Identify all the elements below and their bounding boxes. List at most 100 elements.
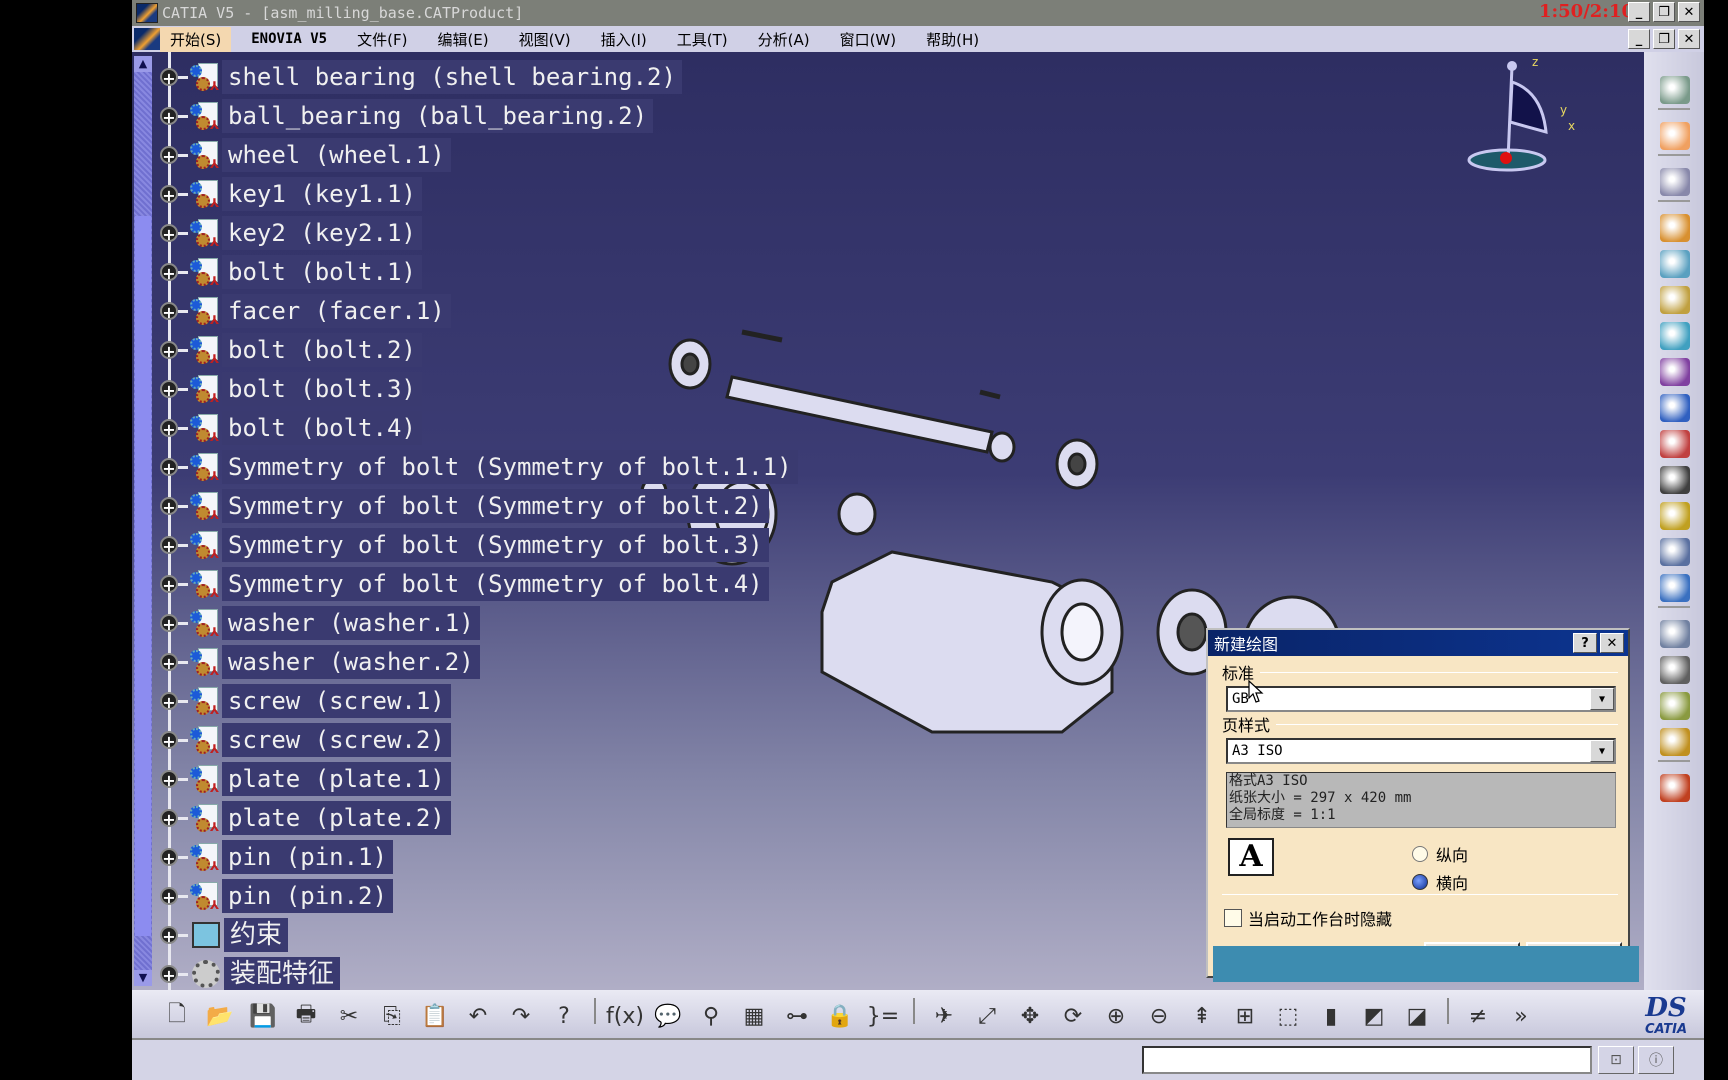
expand-icon[interactable]: +: [160, 419, 178, 439]
tree-node[interactable]: + ⅄ facer (facer.1): [154, 292, 451, 330]
hide-show-icon[interactable]: ◩: [1359, 1002, 1389, 1030]
zoom-in-icon[interactable]: ⊕: [1101, 1002, 1131, 1030]
portrait-radio[interactable]: [1412, 846, 1428, 862]
dialog-close-button[interactable]: ✕: [1600, 633, 1624, 653]
expand-icon[interactable]: +: [160, 302, 178, 322]
tree-node[interactable]: + 约束: [154, 916, 289, 954]
tree-node[interactable]: + ⅄ shell bearing (shell bearing.2): [154, 58, 682, 96]
existing-component-positioning-icon[interactable]: [1660, 358, 1690, 386]
more-icon[interactable]: »: [1506, 1002, 1536, 1030]
expand-icon[interactable]: +: [160, 185, 178, 205]
scroll-up-arrow[interactable]: ▲: [134, 56, 152, 72]
power-input-field[interactable]: [1142, 1046, 1592, 1074]
expand-icon[interactable]: +: [160, 536, 178, 556]
doc-restore-button[interactable]: ❐: [1653, 29, 1675, 49]
expand-icon[interactable]: +: [160, 770, 178, 790]
tree-node-label[interactable]: bolt (bolt.4): [222, 411, 422, 445]
tree-node-label[interactable]: pin (pin.2): [222, 879, 393, 913]
tree-node-label[interactable]: 约束: [224, 918, 289, 952]
dialog-title-bar[interactable]: 新建绘图: [1208, 630, 1628, 656]
app-close-button[interactable]: ✕: [1678, 2, 1700, 22]
paste-icon[interactable]: 📋: [420, 1002, 450, 1030]
tree-node-label[interactable]: 装配特征: [224, 957, 341, 990]
tree-node-label[interactable]: Symmetry of bolt (Symmetry of bolt.3): [222, 528, 769, 562]
snap-icon[interactable]: [1660, 656, 1690, 684]
shading-icon[interactable]: ▮: [1316, 1002, 1346, 1030]
tree-node[interactable]: + ⅄ pin (pin.1): [154, 838, 393, 876]
redo-icon[interactable]: ↷: [506, 1002, 536, 1030]
tree-node-label[interactable]: ball_bearing (ball_bearing.2): [222, 99, 654, 133]
table-icon[interactable]: ▦: [739, 1002, 769, 1030]
doc-close-button[interactable]: ✕: [1678, 29, 1700, 49]
hide-on-start-option[interactable]: 当启动工作台时隐藏: [1224, 906, 1392, 930]
multi-instantiation-icon[interactable]: [1660, 574, 1690, 602]
new-part-icon[interactable]: [1660, 286, 1690, 314]
manipulation-icon[interactable]: [1660, 620, 1690, 648]
tree-node-label[interactable]: bolt (bolt.1): [222, 255, 422, 289]
menu-tools[interactable]: 工具(T): [667, 27, 738, 52]
whats-this-icon[interactable]: ?: [549, 1002, 579, 1030]
tree-node-label[interactable]: key1 (key1.1): [222, 177, 422, 211]
portrait-option[interactable]: 纵向: [1412, 842, 1468, 866]
tree-node[interactable]: + 装配特征: [154, 955, 341, 990]
tree-node[interactable]: + ⅄ key2 (key2.1): [154, 214, 422, 252]
tree-node[interactable]: + ⅄ Symmetry of bolt (Symmetry of bolt.1.1…: [154, 448, 798, 486]
tree-node-label[interactable]: Symmetry of bolt (Symmetry of bolt.4): [222, 567, 769, 601]
chevron-down-icon[interactable]: ▼: [1590, 688, 1614, 710]
expand-icon[interactable]: +: [160, 887, 178, 907]
tree-node[interactable]: + ⅄ bolt (bolt.4): [154, 409, 422, 447]
status-window-button[interactable]: ⊡: [1598, 1046, 1634, 1074]
tree-node[interactable]: + ⅄ bolt (bolt.3): [154, 370, 422, 408]
compass-widget[interactable]: z y x: [1462, 52, 1612, 192]
tree-node-label[interactable]: washer (washer.1): [222, 606, 480, 640]
tree-node[interactable]: + ⅄ key1 (key1.1): [154, 175, 422, 213]
swap-visible-icon[interactable]: ◪: [1402, 1002, 1432, 1030]
undo-icon[interactable]: ↶: [463, 1002, 493, 1030]
hyperlink-icon[interactable]: ⚲: [696, 1002, 726, 1030]
tree-node[interactable]: + ⅄ pin (pin.2): [154, 877, 393, 915]
menu-enovia[interactable]: ENOVIA V5: [241, 29, 337, 49]
existing-component-icon[interactable]: [1660, 322, 1690, 350]
tree-node[interactable]: + ⅄ plate (plate.2): [154, 799, 451, 837]
select-sub-icon[interactable]: [1660, 168, 1690, 196]
expand-icon[interactable]: +: [160, 809, 178, 829]
explode-icon[interactable]: [1660, 692, 1690, 720]
expand-icon[interactable]: +: [160, 68, 178, 88]
scroll-down-arrow[interactable]: ▼: [134, 970, 152, 986]
tree-node-label[interactable]: key2 (key2.1): [222, 216, 422, 250]
tree-node-label[interactable]: screw (screw.2): [222, 723, 451, 757]
app-minimize-button[interactable]: _: [1628, 2, 1650, 22]
generate-numbering-icon[interactable]: [1660, 466, 1690, 494]
rotate-icon[interactable]: ⟳: [1058, 1002, 1088, 1030]
expand-icon[interactable]: +: [160, 341, 178, 361]
landscape-radio[interactable]: [1412, 874, 1428, 890]
save-icon[interactable]: 💾: [248, 1002, 278, 1030]
landscape-option[interactable]: 横向: [1412, 870, 1468, 894]
fly-mode-icon[interactable]: ✈: [929, 1002, 959, 1030]
expand-icon[interactable]: +: [160, 692, 178, 712]
expand-icon[interactable]: +: [160, 497, 178, 517]
constraints-icon[interactable]: [1660, 774, 1690, 802]
lock-icon[interactable]: 🔒: [825, 1002, 855, 1030]
tree-node-label[interactable]: screw (screw.1): [222, 684, 451, 718]
comment-icon[interactable]: 💬: [653, 1002, 683, 1030]
tree-node-label[interactable]: facer (facer.1): [222, 294, 451, 328]
sheet-style-dropdown[interactable]: A3 ISO ▼: [1226, 738, 1616, 764]
menu-file[interactable]: 文件(F): [347, 27, 417, 52]
expand-icon[interactable]: +: [160, 926, 178, 946]
tree-node-label[interactable]: washer (washer.2): [222, 645, 480, 679]
expand-icon[interactable]: +: [160, 224, 178, 244]
tree-node[interactable]: + ⅄ Symmetry of bolt (Symmetry of bolt.4): [154, 565, 769, 603]
iso-view-icon[interactable]: ⬚: [1273, 1002, 1303, 1030]
graph-tree-reordering-icon[interactable]: [1660, 430, 1690, 458]
open-icon[interactable]: 📂: [205, 1002, 235, 1030]
tree-node[interactable]: + ⅄ washer (washer.2): [154, 643, 480, 681]
menu-help[interactable]: 帮助(H): [916, 27, 989, 52]
tree-node-label[interactable]: pin (pin.1): [222, 840, 393, 874]
tree-node[interactable]: + ⅄ washer (washer.1): [154, 604, 480, 642]
selective-load-icon[interactable]: [1660, 502, 1690, 530]
tree-node-label[interactable]: wheel (wheel.1): [222, 138, 451, 172]
stop-manipulate-icon[interactable]: [1660, 728, 1690, 756]
tree-node-label[interactable]: Symmetry of bolt (Symmetry of bolt.1.1): [222, 450, 798, 484]
tree-scrollbar[interactable]: ▲ ▼: [134, 56, 152, 986]
